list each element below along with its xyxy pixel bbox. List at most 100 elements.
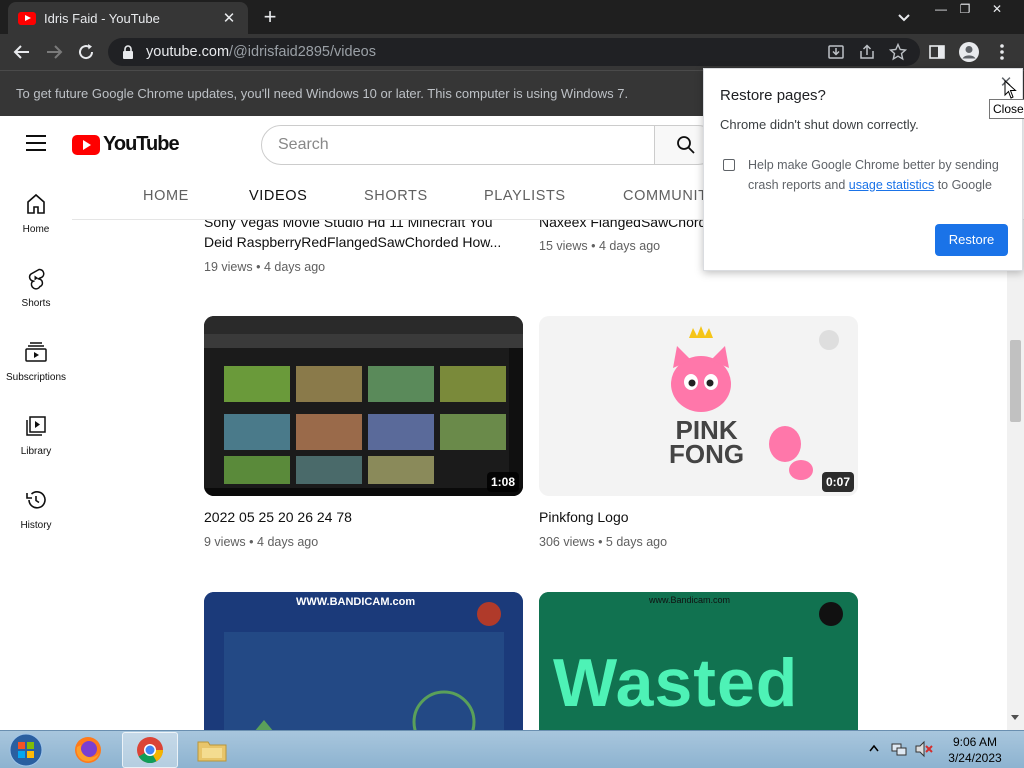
video-meta: 19 views • 4 days ago [204, 260, 326, 274]
tray-expand-icon[interactable] [869, 744, 879, 752]
checkbox-label: Help make Google Chrome better by sendin… [748, 155, 1008, 195]
bookmark-button[interactable] [886, 40, 910, 64]
tab-videos[interactable]: VIDEOS [249, 188, 307, 204]
tab-title: Idris Faid - YouTube [44, 10, 160, 26]
video-title[interactable]: 2022 05 25 20 26 24 78 [204, 507, 352, 527]
video-thumbnail[interactable]: WWW.BANDICAM.com [204, 592, 523, 730]
guide-item-subscriptions[interactable]: Subscriptions [0, 322, 72, 396]
dialog-message: Chrome didn't shut down correctly. [720, 117, 919, 132]
clock-date: 3/24/2023 [948, 751, 1002, 765]
video-meta: 15 views • 4 days ago [539, 239, 661, 253]
url-host: youtube.com [146, 44, 230, 60]
windows-start-icon[interactable] [6, 732, 46, 768]
chrome-menu-button[interactable] [990, 40, 1014, 64]
dialog-title: Restore pages? [720, 87, 826, 104]
guide-item-shorts[interactable]: Shorts [0, 248, 72, 322]
checkbox-text: to Google [934, 178, 992, 192]
back-button[interactable] [10, 40, 34, 64]
bandicam-game-thumbnail-image [204, 592, 523, 730]
video-title[interactable]: Sony Vegas Movie Studio Hd 11 Minecraft … [204, 220, 514, 252]
pinkfong-thumbnail-image [671, 326, 839, 480]
guide-label: Subscriptions [5, 372, 67, 383]
tab-search-icon[interactable] [893, 6, 915, 28]
wasted-text: Wasted [553, 645, 799, 721]
system-clock[interactable]: 9:06 AM 3/24/2023 [940, 734, 1010, 766]
address-bar[interactable]: youtube.com/@idrisfaid2895/videos [108, 38, 920, 66]
lock-icon[interactable] [120, 44, 136, 60]
url-path: /@idrisfaid2895/videos [229, 44, 376, 60]
profile-button[interactable] [957, 40, 981, 64]
restore-window-button[interactable]: ❐ [950, 0, 980, 18]
shorts-icon [28, 268, 45, 290]
new-tab-button[interactable]: + [256, 4, 284, 30]
forward-arrow-icon [47, 45, 63, 59]
reload-icon [79, 44, 94, 60]
firefox-icon [75, 737, 101, 763]
volume-muted-icon[interactable] [914, 740, 934, 758]
share-button[interactable] [855, 40, 879, 64]
restore-pages-dialog: Restore pages? Chrome didn't shut down c… [703, 68, 1023, 271]
side-panel-button[interactable] [925, 40, 949, 64]
chrome-icon [137, 737, 164, 764]
share-icon [860, 44, 874, 59]
video-duration: 0:07 [821, 472, 854, 492]
youtube-logo[interactable]: YouTube [72, 133, 180, 156]
network-icon[interactable] [890, 740, 908, 758]
restore-button[interactable]: Restore [935, 224, 1008, 256]
close-tooltip: Close [989, 99, 1024, 119]
tab-youtube[interactable]: Idris Faid - YouTube ✕ [8, 2, 248, 34]
video-thumbnail[interactable]: PINK FONG 0:07 [539, 316, 858, 496]
video-meta: 306 views • 5 days ago [539, 535, 668, 549]
video-title[interactable]: Pinkfong Logo [539, 507, 629, 527]
tab-close-button[interactable]: ✕ [220, 9, 238, 27]
taskbar-firefox[interactable] [60, 732, 116, 768]
video-duration: 1:08 [486, 472, 519, 492]
video-meta: 9 views • 4 days ago [204, 535, 319, 549]
video-thumbnail[interactable]: 1:08 [204, 316, 523, 496]
guide-item-home[interactable]: Home [0, 174, 72, 248]
guide-item-history[interactable]: History [0, 470, 72, 544]
youtube-logo-text: YouTube [103, 133, 180, 155]
usage-statistics-link[interactable]: usage statistics [849, 178, 934, 192]
close-window-button[interactable]: ✕ [982, 0, 1012, 18]
video-thumbnail[interactable]: www.Bandicam.com Wasted [539, 592, 858, 730]
video-grid: Sony Vegas Movie Studio Hd 11 Minecraft … [72, 220, 1007, 730]
search-icon [677, 136, 695, 154]
install-app-button[interactable] [824, 40, 848, 64]
side-panel-icon [929, 45, 945, 59]
tab-home[interactable]: HOME [143, 188, 189, 204]
windows-taskbar: 9:06 AM 3/24/2023 [0, 730, 1024, 768]
forward-button[interactable] [42, 40, 66, 64]
video-title-line: Deid RaspberryRedFlangedSawChorded How..… [204, 234, 502, 250]
guide-item-library[interactable]: Library [0, 396, 72, 470]
taskbar-chrome[interactable] [122, 732, 178, 768]
scrollbar-thumb[interactable] [1010, 340, 1021, 422]
taskbar-explorer[interactable] [184, 732, 240, 768]
tab-playlists[interactable]: PLAYLISTS [484, 188, 566, 204]
page-scrollbar[interactable] [1007, 220, 1024, 730]
video-age: 4 days ago [598, 239, 661, 253]
chrome-toolbar: youtube.com/@idrisfaid2895/videos [0, 34, 1024, 70]
video-age: 4 days ago [257, 535, 319, 549]
tab-shorts[interactable]: SHORTS [364, 188, 428, 204]
subscriptions-icon [25, 342, 47, 362]
guide-label: Shorts [21, 298, 51, 309]
clock-time: 9:06 AM [952, 735, 998, 749]
reload-button[interactable] [74, 40, 98, 64]
video-title-line: Sony Vegas Movie Studio Hd 11 Minecraft … [204, 220, 493, 230]
video-views: 15 views [539, 239, 588, 253]
youtube-favicon-icon [18, 11, 36, 25]
search-box[interactable] [261, 125, 655, 165]
search-input[interactable] [278, 136, 654, 154]
guide-label: Library [20, 446, 52, 457]
video-views: 306 views [539, 535, 595, 549]
scroll-down-arrow-icon[interactable] [1011, 715, 1019, 720]
guide-label: Home [22, 224, 50, 235]
three-dots-vertical-icon [1000, 44, 1004, 60]
pinkfong-logo-text: PINK FONG [669, 417, 744, 467]
back-arrow-icon [13, 45, 29, 59]
menu-hamburger-icon[interactable] [26, 135, 46, 153]
usage-stats-checkbox[interactable] [723, 159, 735, 171]
video-age: 5 days ago [605, 535, 668, 549]
video-views: 19 views [204, 260, 253, 274]
